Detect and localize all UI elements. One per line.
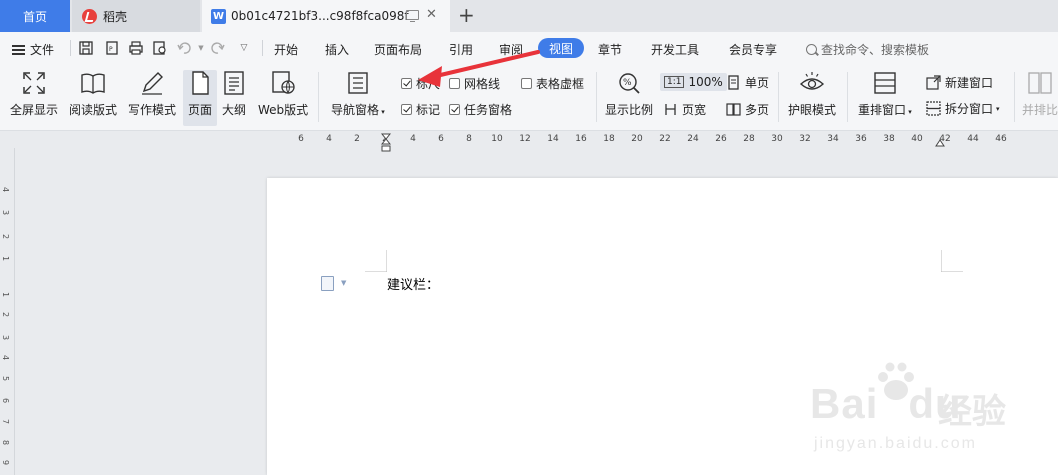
margin-corner-icon: [365, 250, 387, 272]
ruler-tick-label: 20: [631, 134, 643, 144]
ruler-tick-label: 4: [410, 134, 416, 144]
ruler-tick-label: 46: [995, 134, 1007, 144]
ruler-tick-label: 4: [326, 134, 332, 144]
ruler-tick-label: 4: [1, 354, 11, 361]
ruler-tick-label: 7: [1, 418, 11, 425]
horizontal-ruler[interactable]: 6 4 2 2 4 6 8 10 12 14 16 18 20 22 24 26 28 30 32 34 36 38 40 4…: [0, 131, 1058, 148]
ruler-tick-label: 28: [743, 134, 755, 144]
ruler-tick-label: 44: [967, 134, 979, 144]
ruler-tick-label: 30: [771, 134, 783, 144]
paw-icon: [878, 362, 914, 400]
ruler-tick-label: 36: [855, 134, 867, 144]
margin-corner-icon: [941, 250, 963, 272]
ruler-tick-label: 32: [799, 134, 811, 144]
ruler-tick-label: 38: [883, 134, 895, 144]
ruler-tick-label: 18: [603, 134, 615, 144]
vertical-ruler[interactable]: 4 3 2 1 1 2 3 4 5 6 7 8 9: [0, 148, 15, 475]
ruler-tick-label: 34: [827, 134, 839, 144]
chevron-down-icon[interactable]: ▼: [341, 279, 346, 287]
document-text[interactable]: 建议栏：: [387, 274, 439, 293]
ruler-tick-label: 8: [466, 134, 472, 144]
ruler-tick-label: 2: [1, 233, 11, 240]
ruler-tick-label: 6: [1, 397, 11, 404]
watermark-jingyan: 经验: [938, 392, 1006, 432]
ruler-tick-label: 24: [687, 134, 699, 144]
ruler-tick-label: 2: [1, 311, 11, 318]
ruler-tick-label: 3: [1, 334, 11, 341]
ruler-tick-label: 10: [491, 134, 503, 144]
ruler-tick-label: 1: [1, 291, 11, 298]
ruler-tick-label: 6: [438, 134, 444, 144]
ruler-tick-label: 3: [1, 209, 11, 216]
ruler-tick-label: 4: [1, 186, 11, 193]
ruler-tick-label: 1: [1, 255, 11, 262]
ruler-tick-label: 8: [1, 439, 11, 446]
ruler-tick-label: 2: [354, 134, 360, 144]
ruler-tick-label: 14: [547, 134, 559, 144]
ruler-tick-label: 26: [715, 134, 727, 144]
paragraph-icon[interactable]: [321, 276, 334, 291]
right-indent-marker-icon[interactable]: [935, 137, 945, 147]
ruler-tick-label: 40: [911, 134, 923, 144]
ruler-tick-label: 22: [659, 134, 671, 144]
watermark-url: jingyan.baidu.com: [814, 435, 977, 452]
ruler-tick-label: 6: [298, 134, 304, 144]
ruler-tick-label: 12: [519, 134, 531, 144]
baidu-jingyan-watermark: Bai du 经验 jingyan.baidu.com: [810, 355, 1050, 470]
ruler-tick-label: 9: [1, 459, 11, 466]
indent-marker-icon[interactable]: [381, 133, 391, 153]
ruler-tick-label: 16: [575, 134, 587, 144]
ruler-tick-label: 5: [1, 375, 11, 382]
